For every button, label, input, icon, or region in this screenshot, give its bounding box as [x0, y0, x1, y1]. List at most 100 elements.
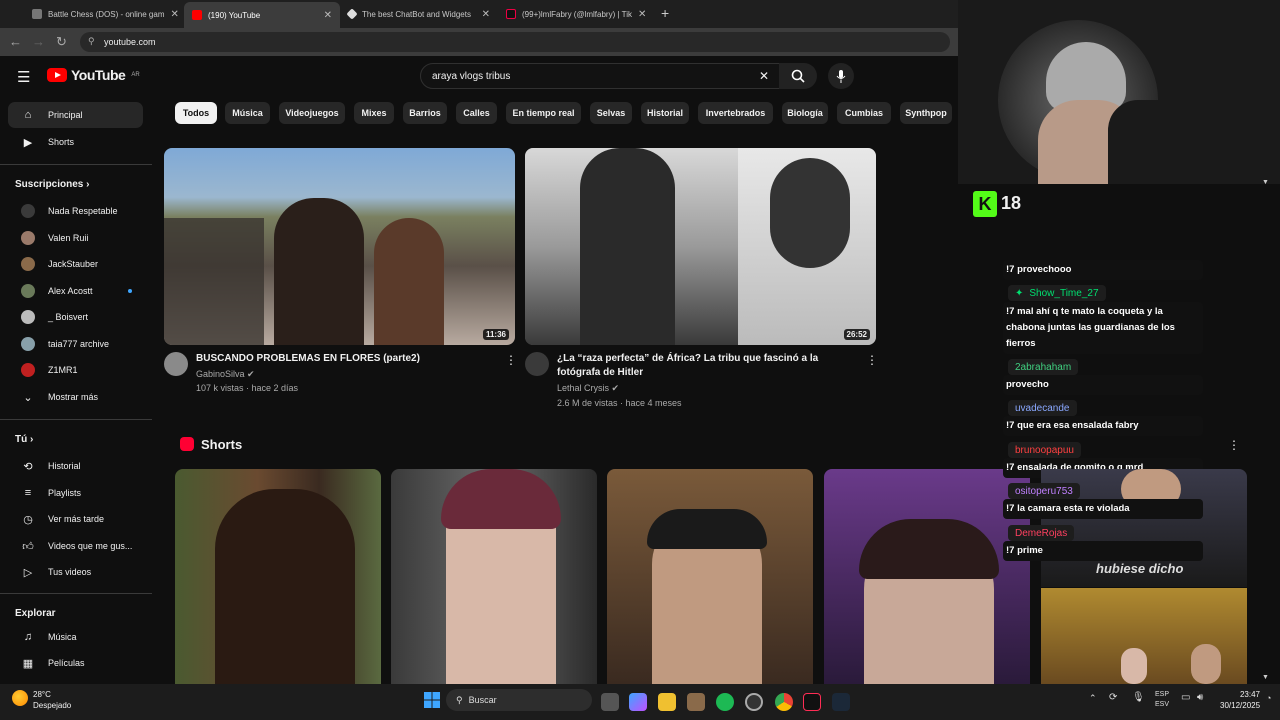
tiktok-icon[interactable] [803, 693, 821, 711]
browser-tab[interactable]: The best ChatBot and Widgets ✕ [340, 4, 498, 24]
chip[interactable]: Biología [782, 102, 828, 124]
browser-tab[interactable]: Battle Chess (DOS) - online gam ✕ [24, 4, 184, 24]
site-info-icon[interactable]: ⚲ [88, 36, 95, 47]
app-icon[interactable] [687, 693, 705, 711]
chip[interactable]: Música [225, 102, 270, 124]
weather-widget[interactable]: 28°C Despejado [33, 689, 71, 711]
you-heading[interactable]: Tú › [15, 434, 33, 445]
chrome-icon[interactable] [775, 693, 793, 711]
short-thumbnail[interactable] [607, 469, 813, 684]
new-tab-icon[interactable]: + [661, 5, 669, 21]
subscription-item[interactable]: taia777 archive [8, 331, 143, 357]
sync-icon[interactable]: ⟳ [1109, 692, 1117, 703]
chevron-up-icon[interactable]: ⌃ [1089, 693, 1097, 704]
thumbnail-figure [274, 198, 364, 345]
file-explorer-icon[interactable] [658, 693, 676, 711]
search-input[interactable]: araya vlogs tribus ✕ [420, 63, 780, 89]
subscription-item[interactable]: Nada Respetable [8, 198, 143, 224]
spotify-icon[interactable] [716, 693, 734, 711]
sidebar-item-principal[interactable]: ⌂ Principal [8, 102, 143, 128]
chip[interactable]: Selvas [590, 102, 632, 124]
microphone-icon[interactable]: 🎙︎ [1132, 692, 1145, 703]
obs-icon[interactable] [745, 693, 763, 711]
language-indicator[interactable]: ESP ESV [1155, 690, 1169, 710]
sidebar-item-historial[interactable]: ⟲ Historial [8, 453, 143, 479]
subscription-item[interactable]: JackStauber [8, 251, 143, 277]
url-field[interactable]: ⚲ youtube.com [80, 32, 950, 52]
chip[interactable]: Calles [456, 102, 497, 124]
chip[interactable]: Invertebrados [698, 102, 773, 124]
chip[interactable]: En tiempo real [506, 102, 581, 124]
network-icon[interactable]: ▭ [1181, 692, 1190, 703]
close-icon[interactable]: ✕ [638, 9, 646, 20]
sidebar-item-playlists[interactable]: ≡ Playlists [8, 480, 143, 506]
sidebar-item-label: Historial [48, 461, 81, 471]
sidebar-item-liked[interactable]: 👍︎ Videos que me gus... [8, 533, 143, 559]
avatar-wrap [8, 204, 48, 218]
menu-icon[interactable]: ☰ [17, 68, 30, 86]
avatar [21, 310, 35, 324]
subscription-item[interactable]: Valen Ruii [8, 225, 143, 251]
chip[interactable]: Mixes [354, 102, 394, 124]
video-channel[interactable]: Lethal Crysis ✔ [557, 381, 619, 396]
temperature: 28°C [33, 690, 51, 699]
short-hair [859, 519, 999, 579]
heading-text: Tú [15, 434, 28, 445]
chip[interactable]: Synthpop [900, 102, 952, 124]
subscription-item[interactable]: Alex Acostt [8, 278, 143, 304]
tab-favicon-icon [346, 8, 358, 20]
subscriptions-heading[interactable]: Suscripciones › [15, 179, 89, 190]
short-thumbnail[interactable] [824, 469, 1030, 684]
avatar[interactable] [164, 352, 188, 376]
video-thumbnail[interactable]: 11:36 [164, 148, 515, 345]
youtube-logo[interactable]: YouTube AR [47, 67, 140, 83]
copilot-icon[interactable] [629, 693, 647, 711]
notifications-icon[interactable]: ◔ [1266, 693, 1271, 703]
close-icon[interactable]: ✕ [171, 9, 179, 20]
windows-start-icon[interactable] [424, 692, 440, 708]
search-button[interactable] [779, 63, 817, 89]
short-thumbnail[interactable] [175, 469, 381, 684]
browser-tab-active[interactable]: (190) YouTube ✕ [184, 2, 340, 28]
more-vert-icon[interactable]: ⋮ [866, 353, 878, 367]
sidebar-item-shorts[interactable]: ▶ Shorts [8, 129, 143, 155]
chip[interactable]: Videojuegos [279, 102, 345, 124]
sidebar-item-your-videos[interactable]: ▷ Tus videos [8, 559, 143, 585]
volume-icon[interactable]: 🔊︎ [1197, 692, 1203, 703]
chip-todos[interactable]: Todos [175, 102, 217, 124]
clear-search-icon[interactable]: ✕ [759, 69, 769, 83]
avatar[interactable] [525, 352, 549, 376]
subscription-item[interactable]: _ Boisvert [8, 304, 143, 330]
chip[interactable]: Cumbias [837, 102, 891, 124]
channel-name: GabinoSilva [196, 369, 245, 379]
weather-icon[interactable] [12, 690, 28, 706]
video-title[interactable]: BUSCANDO PROBLEMAS EN FLORES (parte2) [196, 352, 486, 366]
video-channel[interactable]: GabinoSilva ✔ [196, 367, 255, 382]
steam-icon[interactable] [832, 693, 850, 711]
sidebar-item-movies[interactable]: ▦ Películas [8, 650, 143, 676]
video-title[interactable]: ¿La “raza perfecta” de África? La tribu … [557, 352, 857, 380]
close-icon[interactable]: ✕ [324, 10, 332, 21]
more-vert-icon[interactable]: ⋮ [1228, 438, 1240, 452]
chip[interactable]: Barrios [403, 102, 447, 124]
short-figure [215, 489, 355, 684]
sidebar-item-watch-later[interactable]: ◷ Ver más tarde [8, 506, 143, 532]
close-icon[interactable]: ✕ [482, 9, 490, 20]
task-view-icon[interactable] [601, 693, 619, 711]
clock[interactable]: 23:47 30/12/2025 [1220, 689, 1260, 711]
show-more-button[interactable]: ⌄ Mostrar más [8, 384, 143, 410]
chip[interactable]: Historial [641, 102, 689, 124]
short-thumbnail[interactable] [391, 469, 597, 684]
sidebar-item-label: Películas [48, 658, 85, 668]
back-icon[interactable]: ← [9, 34, 22, 49]
forward-icon[interactable]: → [32, 34, 45, 49]
video-thumbnail[interactable]: 26:52 [525, 148, 876, 345]
home-icon: ⌂ [24, 109, 32, 121]
subscription-item[interactable]: Z1MR1 [8, 357, 143, 383]
voice-search-button[interactable] [828, 63, 854, 89]
sidebar-item-music[interactable]: ♫ Música [8, 624, 143, 650]
more-vert-icon[interactable]: ⋮ [505, 353, 517, 367]
reload-icon[interactable]: ↻ [56, 34, 67, 50]
taskbar-search[interactable]: ⚲ Buscar [446, 689, 592, 711]
browser-tab[interactable]: (99+)lmlFabry (@lmlfabry) | Tik ✕ [498, 4, 654, 24]
